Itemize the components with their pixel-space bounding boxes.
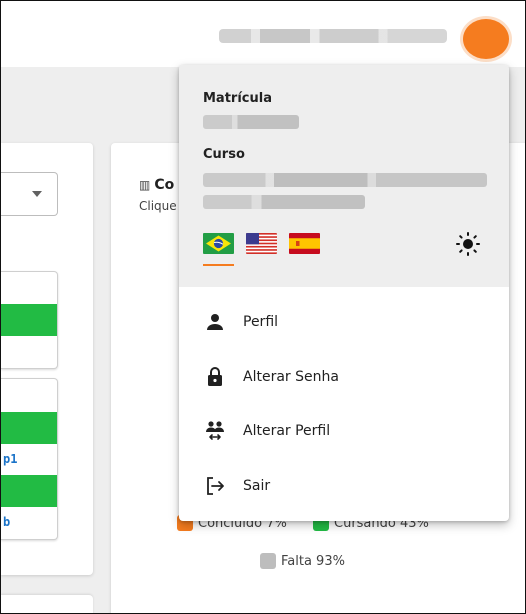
curso-label: Curso [203,147,245,162]
menu-item-alterar-perfil[interactable]: Alterar Perfil [179,404,509,459]
logout-icon [203,474,227,498]
list-item[interactable] [1,271,58,369]
item-link[interactable]: b [3,515,10,529]
user-menu-dropdown: Matrícula Curso Perfil Alterar Senha Alt… [179,65,509,521]
menu-item-label: Alterar Senha [243,368,339,385]
chart-title: ▥ Co [139,177,175,193]
user-name-redacted [219,29,447,43]
top-bar [1,1,525,67]
chevron-down-icon [32,191,42,197]
legend-item-falta[interactable]: Falta 93% [260,553,345,569]
lock-icon [203,365,227,389]
matricula-label: Matrícula [203,91,272,106]
menu-item-label: Perfil [243,314,279,331]
matricula-value-redacted [203,115,299,129]
bar-chart-icon: ▥ [139,178,151,192]
user-avatar-button[interactable] [463,19,509,59]
selected-language-indicator [203,264,234,266]
menu-items: Perfil Alterar Senha Alterar Perfil Sair [179,295,509,513]
menu-item-perfil[interactable]: Perfil [179,295,509,350]
user-info-header: Matrícula Curso [179,65,509,287]
progress-bar [1,475,57,507]
language-selector [203,233,320,254]
swap-people-icon [203,419,227,443]
curso-value-redacted [203,195,365,209]
menu-item-sair[interactable]: Sair [179,459,509,514]
flag-brazil-icon[interactable] [203,233,234,254]
menu-item-label: Sair [243,477,271,494]
list-item[interactable]: p1 b [1,378,58,540]
app-window: p1 b ▥ Co Clique Concluído 7% Cursando 43… [0,0,526,614]
theme-toggle-sun-icon[interactable] [455,231,481,257]
menu-item-label: Alterar Perfil [243,423,331,440]
menu-item-alterar-senha[interactable]: Alterar Senha [179,350,509,405]
bottom-card [1,595,93,613]
progress-bar [1,412,57,444]
item-link[interactable]: p1 [3,452,17,466]
filter-select[interactable] [1,172,58,216]
curso-value-redacted [203,173,487,187]
progress-bar [1,304,57,336]
legend-swatch [260,553,276,569]
flag-usa-icon[interactable] [246,233,277,254]
flag-spain-icon[interactable] [289,233,320,254]
person-icon [203,310,227,334]
chart-subtitle: Clique [139,199,177,213]
